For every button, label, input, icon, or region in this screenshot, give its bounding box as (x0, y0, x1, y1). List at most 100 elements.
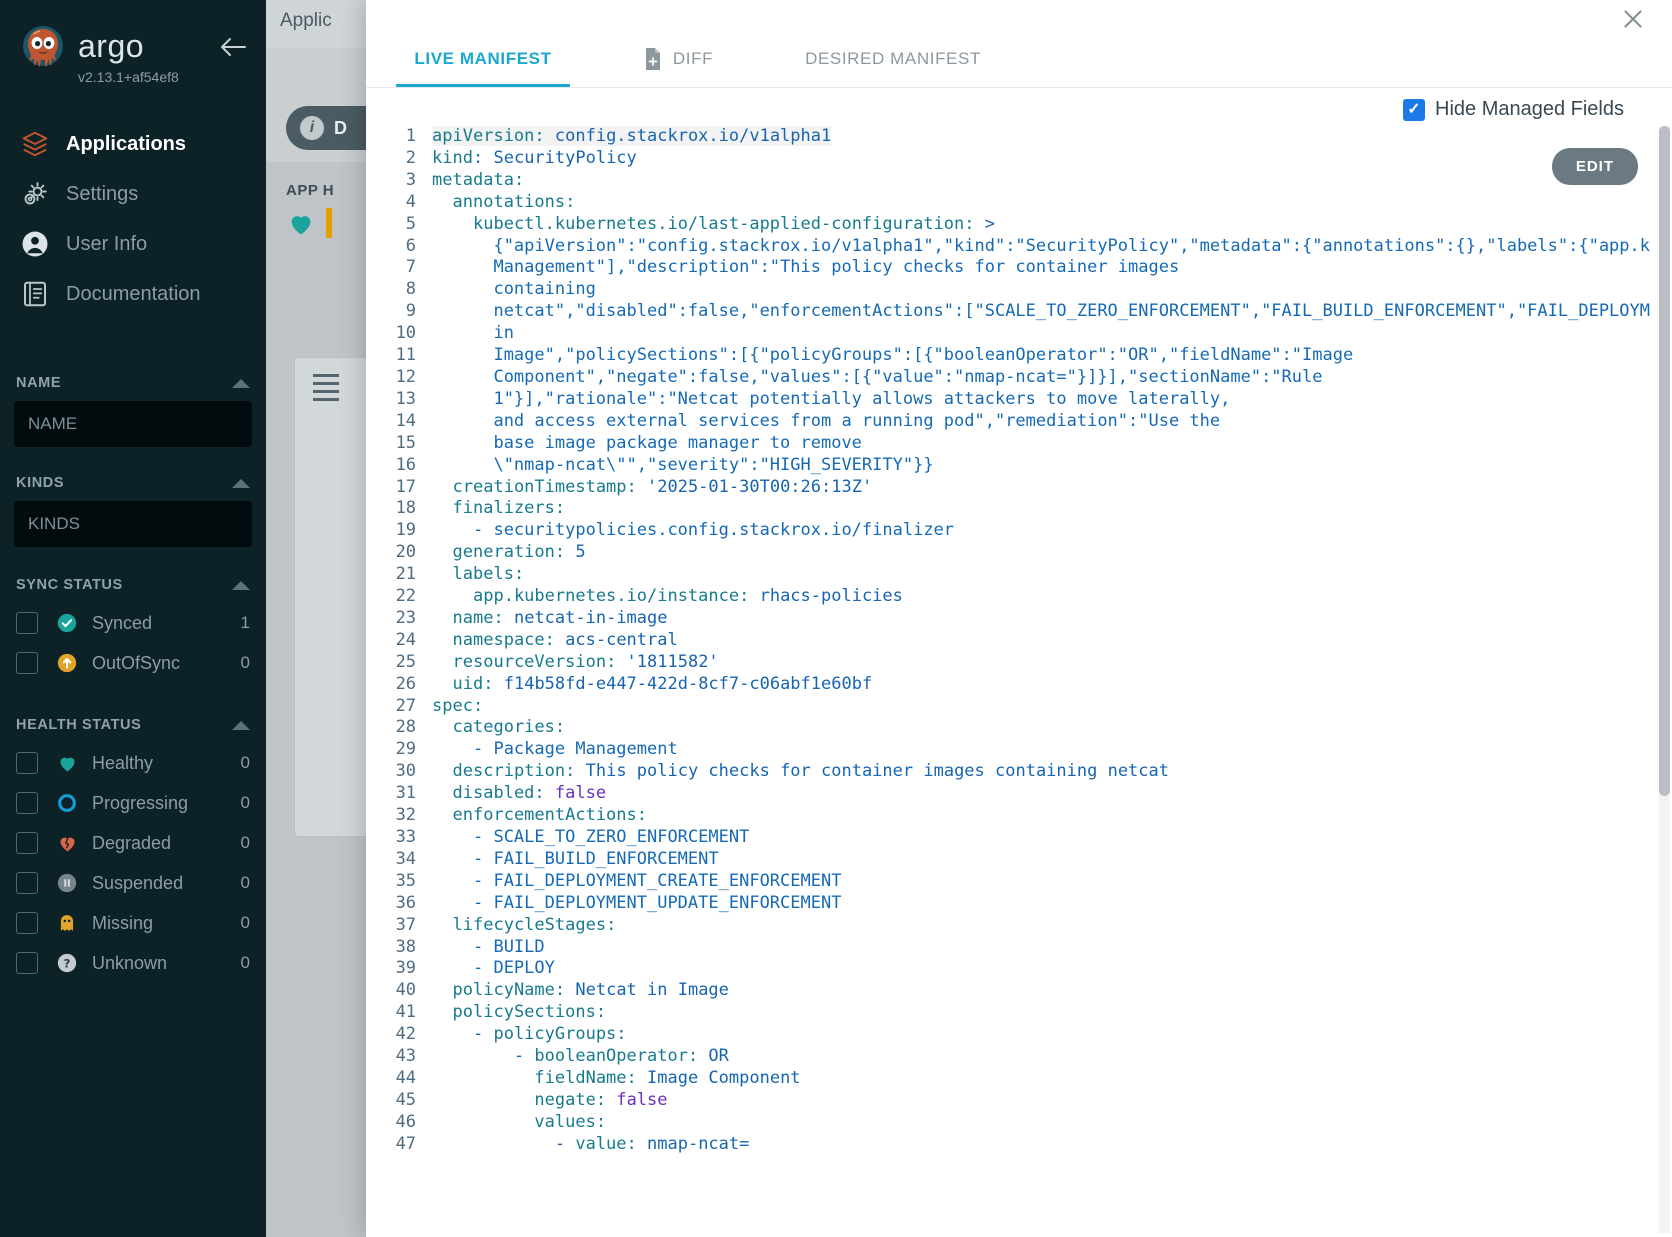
sidebar-item-documentation[interactable]: Documentation (0, 269, 266, 319)
sidebar-item-settings[interactable]: Settings (0, 169, 266, 219)
checkbox[interactable] (16, 872, 38, 894)
code-line-text[interactable]: namespace: acs-central (432, 630, 1650, 652)
code-line-text[interactable]: Management"],"description":"This policy … (432, 257, 1650, 279)
tab-live-manifest[interactable]: LIVE MANIFEST (388, 31, 578, 87)
edit-button[interactable]: EDIT (1551, 148, 1638, 185)
checkbox[interactable] (16, 832, 38, 854)
checkbox[interactable] (16, 952, 38, 974)
code-line-text[interactable]: enforcementActions: (432, 805, 1650, 827)
code-line-text[interactable]: policySections: (432, 1002, 1650, 1024)
code-line-text[interactable]: kubectl.kubernetes.io/last-applied-confi… (432, 214, 1650, 236)
code-line-text[interactable]: - FAIL_DEPLOYMENT_CREATE_ENFORCEMENT (432, 871, 1650, 893)
chevron-up-icon[interactable] (232, 720, 250, 730)
code-line-text[interactable]: base image package manager to remove (432, 433, 1650, 455)
checkbox[interactable] (16, 652, 38, 674)
filter-title: KINDS (16, 475, 65, 491)
code-line-text[interactable]: - policyGroups: (432, 1024, 1650, 1046)
code-line-text[interactable]: policyName: Netcat in Image (432, 980, 1650, 1002)
chevron-up-icon[interactable] (232, 478, 250, 488)
sidebar-filters: NAME KINDS SYNC STATUS (0, 361, 266, 983)
code-line-text[interactable]: containing (432, 279, 1650, 301)
code-line-text[interactable]: resourceVersion: '1811582' (432, 652, 1650, 674)
arrow-left-icon[interactable] (218, 36, 248, 66)
chevron-up-icon[interactable] (232, 580, 250, 590)
code-line-text[interactable]: {"apiVersion":"config.stackrox.io/v1alph… (432, 236, 1650, 258)
checkbox[interactable] (16, 752, 38, 774)
filter-row-suspended[interactable]: Suspended 0 (14, 863, 252, 903)
code-line-text[interactable]: uid: f14b58fd-e447-422d-8cf7-c06abf1e60b… (432, 674, 1650, 696)
code-line-text[interactable]: fieldName: Image Component (432, 1068, 1650, 1090)
filter-row-missing[interactable]: Missing 0 (14, 903, 252, 943)
code-line-text[interactable]: and access external services from a runn… (432, 411, 1650, 433)
code-line-text[interactable]: app.kubernetes.io/instance: rhacs-polici… (432, 586, 1650, 608)
code-line: 1 apiVersion: config.stackrox.io/v1alpha1 (388, 126, 1650, 148)
filter-row-degraded[interactable]: Degraded 0 (14, 823, 252, 863)
filter-label: Synced (92, 612, 153, 633)
code-line-text[interactable]: name: netcat-in-image (432, 608, 1650, 630)
code-line-text[interactable]: labels: (432, 564, 1650, 586)
code-line-text[interactable]: - BUILD (432, 937, 1650, 959)
code-line-text[interactable]: - value: nmap-ncat= (432, 1134, 1650, 1156)
code-line-text[interactable]: - FAIL_DEPLOYMENT_UPDATE_ENFORCEMENT (432, 893, 1650, 915)
code-line-text[interactable]: Image","policySections":[{"policyGroups"… (432, 345, 1650, 367)
filter-row-unknown[interactable]: ? Unknown 0 (14, 943, 252, 983)
line-number: 23 (395, 607, 417, 628)
sidebar-brand[interactable]: argo v2.13.1+af54ef8 (78, 22, 218, 85)
code-line-text[interactable]: categories: (432, 717, 1650, 739)
name-filter-input[interactable] (14, 401, 252, 447)
chevron-up-icon[interactable] (232, 378, 250, 388)
checkbox[interactable] (16, 912, 38, 934)
line-number: 46 (395, 1111, 417, 1132)
code-line-text[interactable]: description: This policy checks for cont… (432, 761, 1650, 783)
code-line-text[interactable]: - booleanOperator: OR (432, 1046, 1650, 1068)
code-scroll-area[interactable]: 1 apiVersion: config.stackrox.io/v1alpha1… (388, 126, 1650, 1237)
filter-title: SYNC STATUS (16, 577, 123, 593)
filter-header-health-status[interactable]: HEALTH STATUS (14, 703, 252, 743)
code-line-text[interactable]: generation: 5 (432, 542, 1650, 564)
code-line-text[interactable]: \"nmap-ncat\"","severity":"HIGH_SEVERITY… (432, 455, 1650, 477)
filter-row-progressing[interactable]: Progressing 0 (14, 783, 252, 823)
code-line-text[interactable]: - DEPLOY (432, 958, 1650, 980)
code-line-text[interactable]: negate: false (432, 1090, 1650, 1112)
code-line-text[interactable]: metadata: (432, 170, 1650, 192)
code-line-text[interactable]: Component","negate":false,"values":[{"va… (432, 367, 1650, 389)
filter-row-synced[interactable]: Synced 1 (14, 603, 252, 643)
menu-icon (313, 374, 339, 406)
code-line-text[interactable]: - Package Management (432, 739, 1650, 761)
code-line-text[interactable]: netcat","disabled":false,"enforcementAct… (432, 301, 1650, 323)
filter-count: 0 (240, 653, 250, 672)
code-line-text[interactable]: creationTimestamp: '2025-01-30T00:26:13Z… (432, 477, 1650, 499)
tab-desired-manifest[interactable]: DESIRED MANIFEST (778, 31, 1008, 87)
hide-managed-fields-toggle[interactable]: ✓ Hide Managed Fields (1403, 98, 1624, 121)
code-line-text[interactable]: - FAIL_BUILD_ENFORCEMENT (432, 849, 1650, 871)
code-line-text[interactable]: in (432, 323, 1650, 345)
sidebar-item-user-info[interactable]: User Info (0, 219, 266, 269)
code-line-text[interactable]: finalizers: (432, 498, 1650, 520)
filter-header-name[interactable]: NAME (14, 361, 252, 401)
vertical-scrollbar-thumb[interactable] (1659, 126, 1670, 796)
code-line-text[interactable]: 1"}],"rationale":"Netcat potentially all… (432, 389, 1650, 411)
sidebar-item-applications[interactable]: Applications (0, 119, 266, 169)
code-line-text[interactable]: spec: (432, 696, 1650, 718)
code-line-text[interactable]: - SCALE_TO_ZERO_ENFORCEMENT (432, 827, 1650, 849)
code-line-text[interactable]: - securitypolicies.config.stackrox.io/fi… (432, 520, 1650, 542)
code-line-text[interactable]: lifecycleStages: (432, 915, 1650, 937)
breadcrumb[interactable]: Applic (280, 10, 332, 32)
checkbox[interactable] (16, 612, 38, 634)
filter-row-healthy[interactable]: Healthy 0 (14, 743, 252, 783)
manifest-code-viewer[interactable]: 1 apiVersion: config.stackrox.io/v1alpha1… (388, 126, 1650, 1237)
filter-row-outofsync[interactable]: OutOfSync 0 (14, 643, 252, 683)
code-line-text[interactable]: annotations: (432, 192, 1650, 214)
filter-header-kinds[interactable]: KINDS (14, 461, 252, 501)
filter-header-sync-status[interactable]: SYNC STATUS (14, 563, 252, 603)
code-line-text[interactable]: values: (432, 1112, 1650, 1134)
tab-diff[interactable]: DIFF (578, 31, 778, 87)
kinds-filter-input[interactable] (14, 501, 252, 547)
code-line-text[interactable]: kind: SecurityPolicy (432, 148, 1650, 170)
code-line: 25 resourceVersion: '1811582' (388, 652, 1650, 674)
code-line-text[interactable]: apiVersion: config.stackrox.io/v1alpha1 (432, 126, 1650, 148)
checkbox[interactable] (16, 792, 38, 814)
checkbox-checked-icon[interactable]: ✓ (1403, 98, 1425, 121)
code-line-text[interactable]: disabled: false (432, 783, 1650, 805)
code-line: 44 fieldName: Image Component (388, 1068, 1650, 1090)
